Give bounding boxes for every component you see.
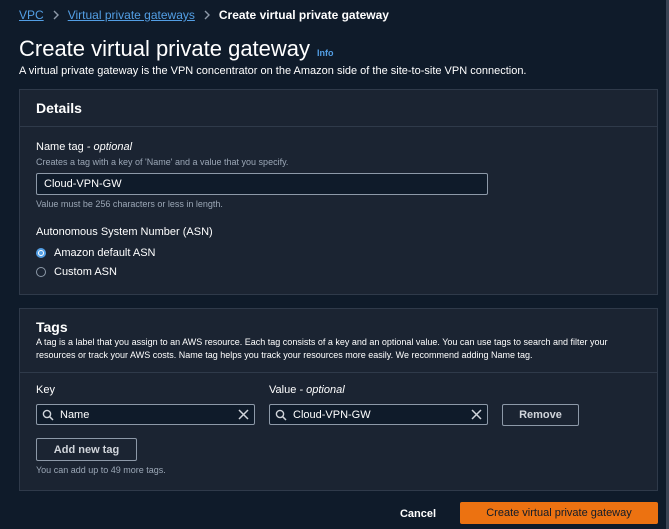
asn-option-label: Amazon default ASN <box>54 247 156 259</box>
breadcrumb: VPC Virtual private gateways Create virt… <box>19 8 389 22</box>
remove-tag-button[interactable]: Remove <box>502 404 579 426</box>
search-icon <box>42 409 54 421</box>
page-title: Create virtual private gateway <box>19 36 311 61</box>
asn-label: Autonomous System Number (ASN) <box>36 226 213 238</box>
tag-value-value: Cloud-VPN-GW <box>293 408 371 421</box>
tag-value-label: Value - optional <box>269 384 345 396</box>
asn-option-amazon-default[interactable]: Amazon default ASN <box>36 247 156 259</box>
details-title: Details <box>36 100 82 116</box>
name-tag-constraint: Value must be 256 characters or less in … <box>36 199 223 209</box>
cancel-button[interactable]: Cancel <box>389 505 447 523</box>
page-header: Create virtual private gateway Info <box>19 36 334 62</box>
tags-title: Tags <box>36 319 68 335</box>
asn-option-label: Custom ASN <box>54 266 117 278</box>
breadcrumb-link-vpc[interactable]: VPC <box>19 8 44 22</box>
optional-marker: - optional <box>86 141 133 153</box>
close-icon[interactable] <box>471 409 482 420</box>
breadcrumb-current: Create virtual private gateway <box>218 8 389 22</box>
search-icon <box>275 409 287 421</box>
chevron-right-icon <box>53 10 59 20</box>
name-tag-hint: Creates a tag with a key of 'Name' and a… <box>36 157 289 167</box>
name-tag-label-text: Name tag <box>36 141 84 153</box>
name-tag-label: Name tag - optional <box>36 141 132 153</box>
divider <box>20 126 657 127</box>
close-icon[interactable] <box>238 409 249 420</box>
tag-key-label: Key <box>36 384 55 396</box>
name-tag-input[interactable] <box>36 173 488 195</box>
tags-panel: Tags A tag is a label that you assign to… <box>19 308 658 491</box>
tags-description: A tag is a label that you assign to an A… <box>36 337 608 360</box>
chevron-right-icon <box>204 10 210 20</box>
tag-value-label-text: Value <box>269 384 297 396</box>
page-description: A virtual private gateway is the VPN con… <box>19 65 527 77</box>
tags-limit-hint: You can add up to 49 more tags. <box>36 465 166 475</box>
create-virtual-private-gateway-button[interactable]: Create virtual private gateway <box>460 502 658 524</box>
add-new-tag-button[interactable]: Add new tag <box>36 438 137 461</box>
optional-marker: - optional <box>299 384 345 396</box>
radio-selected-icon[interactable] <box>36 248 46 258</box>
tag-value-input[interactable]: Cloud-VPN-GW <box>269 404 488 425</box>
info-link[interactable]: Info <box>317 48 334 58</box>
divider <box>20 372 657 373</box>
breadcrumb-link-virtual-private-gateways[interactable]: Virtual private gateways <box>68 8 195 22</box>
radio-unselected-icon[interactable] <box>36 267 46 277</box>
tag-key-value: Name <box>60 408 90 421</box>
asn-option-custom[interactable]: Custom ASN <box>36 266 117 278</box>
details-panel: Details Name tag - optional Creates a ta… <box>19 89 658 295</box>
tag-key-input[interactable]: Name <box>36 404 255 425</box>
